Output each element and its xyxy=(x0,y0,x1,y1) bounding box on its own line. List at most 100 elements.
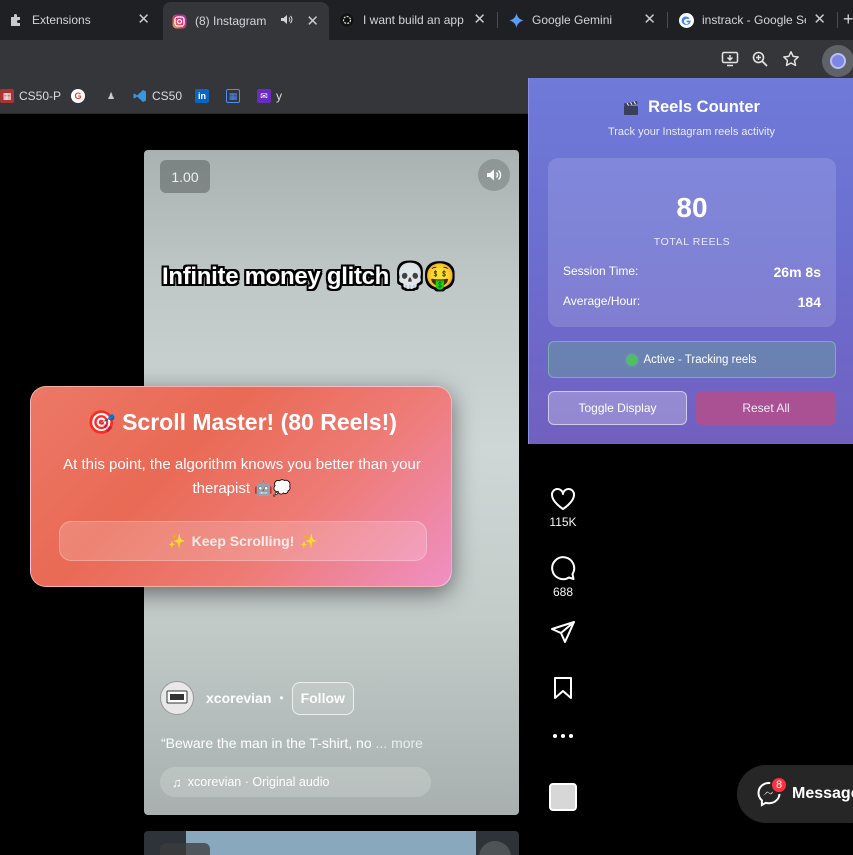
next-reel-speed-badge xyxy=(160,843,210,855)
next-reel-thumbnail xyxy=(186,831,476,855)
tab-audio-icon[interactable] xyxy=(280,14,293,28)
messages-label: Messages xyxy=(792,785,853,802)
reels-counter-extension-button[interactable] xyxy=(822,45,853,77)
scroll-master-message: At this point, the algorithm knows you b… xyxy=(63,456,421,497)
tab-google-search[interactable]: instrack - Google Se ✕ xyxy=(670,0,836,40)
tab-instagram[interactable]: (8) Instagram ✕ xyxy=(163,2,329,40)
video-overlay-text: Infinite money glitch 💀🤑 xyxy=(162,263,455,290)
tab-title: instrack - Google Se xyxy=(702,13,806,27)
tab-separator xyxy=(497,12,498,28)
bookmark-cs50p[interactable]: ▦ CS50-P xyxy=(0,88,61,104)
tab-chatgpt[interactable]: I want build an app ✕ xyxy=(331,0,496,40)
tracking-status-label: Active - Tracking reels xyxy=(643,353,757,366)
close-tab-icon[interactable]: ✕ xyxy=(643,12,656,28)
bookmark-cs50[interactable]: CS50 xyxy=(133,88,182,104)
instagram-icon xyxy=(171,13,187,29)
more-action xyxy=(540,731,586,741)
heart-icon[interactable] xyxy=(550,487,576,511)
send-icon[interactable] xyxy=(550,620,576,644)
vscode-icon xyxy=(133,89,147,103)
google-g-icon: G xyxy=(71,89,85,103)
like-count: 115K xyxy=(549,515,577,529)
close-tab-icon[interactable]: ✕ xyxy=(473,12,486,28)
volume-button[interactable] xyxy=(478,159,510,191)
new-tab-button[interactable]: + xyxy=(843,9,853,30)
share-action xyxy=(540,620,586,644)
close-tab-icon[interactable]: ✕ xyxy=(813,12,826,28)
messages-button[interactable]: Messages xyxy=(737,765,853,823)
audio-link[interactable]: ♫ xcorevian · Original audio xyxy=(160,767,431,797)
next-reel-volume-button[interactable] xyxy=(479,841,511,855)
tab-extensions[interactable]: Extensions ✕ xyxy=(0,0,160,40)
session-time-row: Session Time: 26m 8s xyxy=(563,264,821,280)
comment-icon[interactable] xyxy=(550,555,576,581)
tab-separator xyxy=(667,12,668,28)
reel-author-row: xcorevian • Follow xyxy=(160,680,354,716)
linkedin-icon: in xyxy=(195,89,209,103)
avatar[interactable] xyxy=(160,681,194,715)
username[interactable]: xcorevian xyxy=(206,690,271,706)
bookmark-label: CS50-P xyxy=(19,89,62,103)
audio-label: xcorevian · Original audio xyxy=(187,775,330,789)
dot-separator: • xyxy=(279,691,284,705)
follow-button[interactable]: Follow xyxy=(291,681,354,715)
comment-action: 688 xyxy=(540,555,586,599)
status-dot-icon xyxy=(627,354,638,365)
extension-icon xyxy=(830,53,846,69)
tab-title: Google Gemini xyxy=(532,13,613,27)
sparkle-icon: ✨ xyxy=(300,532,318,549)
tab-title: I want build an app xyxy=(363,13,464,27)
save-action xyxy=(540,676,586,700)
puzzle-icon xyxy=(8,12,24,28)
tracking-status: Active - Tracking reels xyxy=(548,341,836,378)
speaker-icon xyxy=(487,169,502,181)
google-icon xyxy=(678,12,694,28)
messages-badge: 8 xyxy=(770,776,788,794)
close-tab-icon[interactable]: ✕ xyxy=(306,14,319,30)
tab-separator xyxy=(837,12,838,28)
bookmark-chess[interactable]: ♟ xyxy=(104,88,123,104)
scroll-master-popup: 🎯 Scroll Master! (80 Reels!) At this poi… xyxy=(30,386,452,587)
bookmark-linkedin[interactable]: in xyxy=(195,88,214,104)
chess-icon: ♟ xyxy=(106,90,116,101)
description-text: “Beware the man in the T-shirt, no xyxy=(161,735,372,751)
more-link[interactable]: ... more xyxy=(376,735,423,751)
like-action: 115K xyxy=(540,487,586,529)
clapperboard-icon xyxy=(624,100,639,115)
total-reels-label: TOTAL REELS xyxy=(653,236,731,248)
popup-subtitle: Track your Instagram reels activity xyxy=(607,126,776,138)
session-time-value: 26m 8s xyxy=(773,264,821,280)
bookmark-icon[interactable] xyxy=(552,676,574,700)
reset-all-button[interactable]: Reset All xyxy=(696,391,836,425)
close-tab-icon[interactable]: ✕ xyxy=(137,12,150,28)
sparkle-icon: ✨ xyxy=(168,532,186,549)
bookmark-star-icon[interactable] xyxy=(782,50,800,68)
bookmark-google[interactable]: G xyxy=(71,88,90,104)
reels-counter-popup: Reels Counter Track your Instagram reels… xyxy=(528,78,853,444)
toggle-display-button[interactable]: Toggle Display xyxy=(548,391,687,425)
average-hour-value: 184 xyxy=(797,294,821,310)
reel-description: “Beware the man in the T-shirt, no ... m… xyxy=(161,735,423,751)
tab-title: (8) Instagram xyxy=(195,14,267,28)
more-options-icon[interactable] xyxy=(551,731,575,741)
playback-speed[interactable]: 1.00 xyxy=(160,160,210,193)
openai-icon xyxy=(339,12,355,28)
zoom-icon[interactable] xyxy=(751,50,769,68)
popup-title-text: Reels Counter xyxy=(648,98,760,116)
next-reel-preview[interactable] xyxy=(144,831,519,855)
bookmark-label: CS50 xyxy=(152,89,183,103)
grid-icon: ▦ xyxy=(226,89,240,103)
keep-scrolling-button[interactable]: ✨ Keep Scrolling! ✨ xyxy=(59,521,427,561)
average-hour-row: Average/Hour: 184 xyxy=(563,294,821,310)
browser-toolbar xyxy=(0,40,853,78)
bookmark-grid[interactable]: ▦ xyxy=(226,88,245,104)
audio-thumbnail[interactable] xyxy=(549,783,577,811)
gemini-icon xyxy=(508,12,524,28)
stats-card: 80 TOTAL REELS Session Time: 26m 8s Aver… xyxy=(548,158,836,327)
cs50-icon: ▦ xyxy=(0,89,14,103)
install-app-icon[interactable] xyxy=(721,50,739,68)
tab-gemini[interactable]: Google Gemini ✕ xyxy=(500,0,666,40)
comment-count: 688 xyxy=(552,585,574,599)
session-time-label: Session Time: xyxy=(563,264,639,278)
bookmark-mail[interactable]: ✉ y xyxy=(257,88,282,104)
